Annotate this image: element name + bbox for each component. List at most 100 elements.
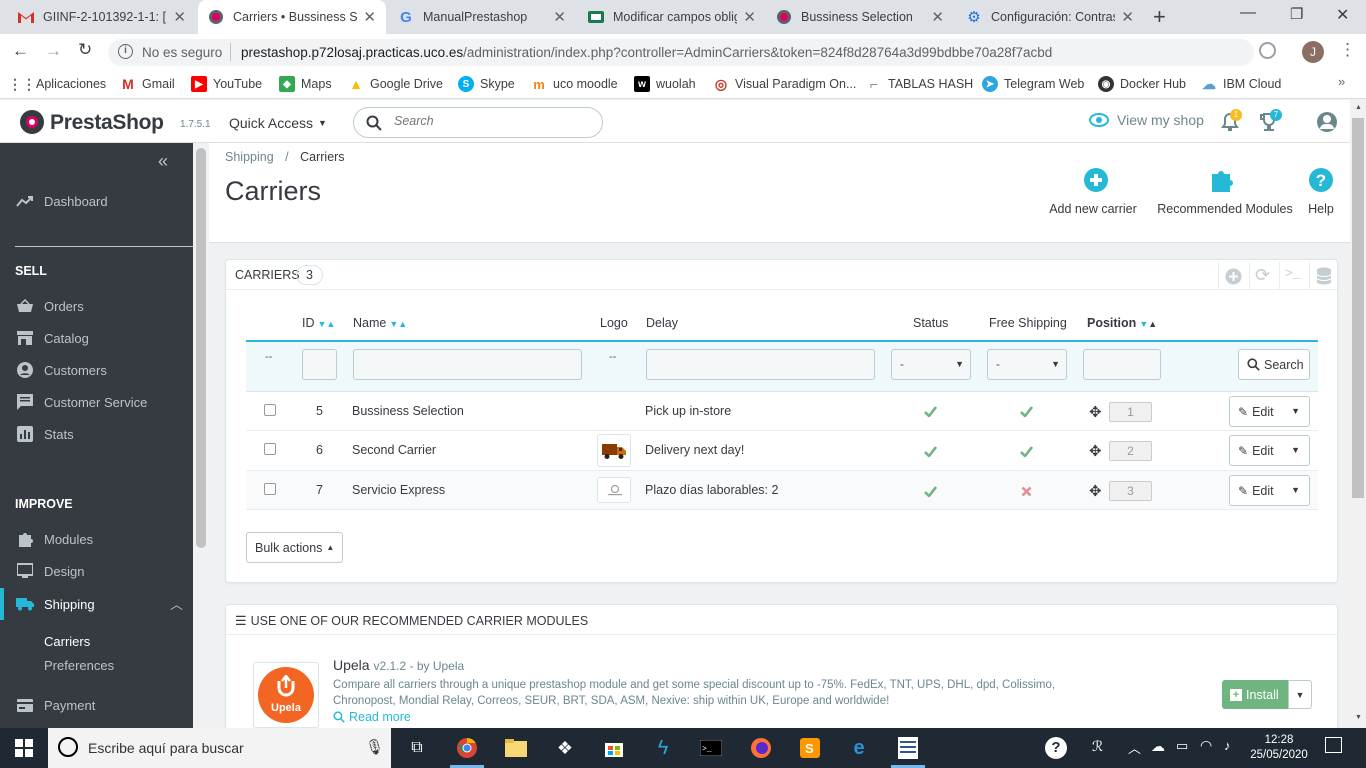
chevron-up-icon[interactable]: ︿: [1128, 738, 1141, 757]
install-button[interactable]: + Install: [1222, 680, 1288, 709]
sidebar-item-customers[interactable]: Customers: [0, 355, 193, 385]
people-icon[interactable]: ℛ: [1092, 738, 1103, 755]
bookmark-youtube[interactable]: ▶ YouTube: [191, 76, 262, 92]
extension-icon[interactable]: [1259, 42, 1276, 59]
drag-handle-icon[interactable]: ✥: [1089, 403, 1102, 421]
sublime-icon[interactable]: S: [798, 736, 822, 760]
forward-icon[interactable]: →: [45, 41, 62, 61]
edit-button[interactable]: ✎ Edit ▼: [1229, 435, 1310, 466]
row-checkbox[interactable]: [264, 483, 276, 495]
row-checkbox[interactable]: [264, 404, 276, 416]
onedrive-icon[interactable]: ☁: [1151, 738, 1165, 755]
help-button[interactable]: ? Help: [1306, 167, 1336, 216]
close-icon[interactable]: ✕: [743, 8, 756, 26]
add-new-icon[interactable]: [1225, 268, 1242, 288]
read-more-link[interactable]: Read more: [333, 710, 411, 724]
file-explorer-icon[interactable]: [504, 736, 528, 760]
check-icon[interactable]: [1020, 445, 1034, 460]
check-icon[interactable]: [924, 445, 938, 460]
browser-tab[interactable]: GIINF-2-101392-1-1: [E ✕: [8, 0, 196, 34]
close-window-icon[interactable]: ✕: [1336, 5, 1349, 25]
filter-id-input[interactable]: [302, 349, 337, 380]
sidebar-item-customer-service[interactable]: Customer Service: [0, 387, 193, 417]
bookmark-tablas-hash[interactable]: ⌐ TABLAS HASH: [866, 76, 973, 92]
row-checkbox[interactable]: [264, 443, 276, 455]
battery-icon[interactable]: ▭: [1176, 738, 1188, 754]
caret-down-icon[interactable]: ▼: [1291, 485, 1300, 495]
wifi-icon[interactable]: ◠: [1200, 737, 1212, 754]
sort-asc-icon[interactable]: ▲: [1148, 319, 1157, 329]
sidebar-item-catalog[interactable]: Catalog: [0, 323, 193, 353]
sidebar-item-shipping[interactable]: Shipping: [0, 589, 193, 619]
brand-name[interactable]: PrestaShop: [50, 111, 164, 135]
bookmark-ibm-cloud[interactable]: ☁ IBM Cloud: [1201, 76, 1281, 92]
chevron-up-icon[interactable]: ︿: [170, 594, 183, 613]
restore-icon[interactable]: ❐: [1290, 5, 1303, 23]
close-icon[interactable]: ✕: [363, 8, 376, 26]
view-shop-link[interactable]: View my shop: [1089, 112, 1204, 128]
close-icon[interactable]: ✕: [173, 8, 186, 26]
close-icon[interactable]: ✕: [1121, 8, 1134, 26]
sort-asc-icon[interactable]: ▲: [398, 319, 407, 329]
caret-down-icon[interactable]: ▼: [1291, 406, 1300, 416]
recommended-modules-button[interactable]: Recommended Modules: [1155, 167, 1295, 216]
database-icon[interactable]: [1316, 267, 1332, 288]
reload-icon[interactable]: ↻: [78, 40, 92, 60]
bookmarks-overflow-icon[interactable]: »: [1338, 74, 1345, 89]
caret-down-icon[interactable]: ▼: [1291, 445, 1300, 455]
bookmark-telegram[interactable]: ➤ Telegram Web: [982, 76, 1084, 92]
search-button[interactable]: Search: [1238, 349, 1310, 380]
sidebar-subitem-carriers[interactable]: Carriers: [44, 634, 90, 649]
sidebar-item-dashboard[interactable]: Dashboard: [0, 186, 193, 216]
sort-asc-icon[interactable]: ▲: [326, 319, 335, 329]
check-icon[interactable]: [1020, 405, 1034, 420]
lightning-icon[interactable]: ϟ: [651, 736, 675, 760]
bookmark-visual-paradigm[interactable]: ◎ Visual Paradigm On...: [713, 76, 856, 92]
add-new-carrier-button[interactable]: Add new carrier: [1049, 167, 1141, 216]
terminal-icon[interactable]: >_: [1285, 266, 1301, 281]
filter-status-select[interactable]: - ▼: [891, 349, 971, 380]
edit-button[interactable]: ✎ Edit ▼: [1229, 475, 1310, 506]
profile-avatar[interactable]: J: [1302, 41, 1324, 63]
browser-tab-active[interactable]: Carriers • Bussiness Sele ✕: [198, 0, 386, 34]
bookmark-maps[interactable]: ◆ Maps: [279, 76, 332, 92]
trophy-notification-icon[interactable]: 7: [1259, 109, 1282, 135]
sort-desc-icon[interactable]: ▼: [1139, 319, 1148, 329]
notification-center-icon[interactable]: [1325, 737, 1342, 753]
sidebar-item-orders[interactable]: Orders: [0, 291, 193, 321]
sidebar-item-payment[interactable]: Payment: [0, 690, 193, 720]
bookmark-apps[interactable]: ⋮⋮ Aplicaciones: [8, 76, 106, 92]
back-icon[interactable]: ←: [12, 41, 29, 61]
scroll-up-icon[interactable]: ▲: [1355, 104, 1362, 111]
sidebar-item-design[interactable]: Design: [0, 556, 193, 586]
terminal-icon[interactable]: >_: [699, 736, 723, 760]
close-icon[interactable]: ✕: [931, 8, 944, 26]
scroll-thumb[interactable]: [1352, 118, 1364, 498]
url-bar[interactable]: i No es seguro prestashop.p72losaj.pract…: [108, 39, 1254, 66]
bookmark-gmail[interactable]: M Gmail: [120, 76, 175, 92]
header-search[interactable]: [353, 107, 603, 138]
volume-icon[interactable]: ♪: [1224, 738, 1231, 753]
edit-button[interactable]: ✎ Edit ▼: [1229, 396, 1310, 427]
filter-delay-input[interactable]: [646, 349, 875, 380]
dropbox-icon[interactable]: ❖: [553, 736, 577, 760]
help-icon[interactable]: ?: [1045, 737, 1067, 759]
scroll-down-icon[interactable]: ▼: [1355, 714, 1362, 721]
bookmark-skype[interactable]: S Skype: [458, 76, 515, 92]
close-icon[interactable]: ✕: [553, 8, 566, 26]
page-scrollbar[interactable]: ▲ ▼: [1350, 100, 1366, 728]
filter-name-input[interactable]: [353, 349, 582, 380]
quick-access-dropdown[interactable]: Quick Access ▼: [229, 115, 327, 131]
browser-tab[interactable]: Modificar campos oblig ✕: [578, 0, 766, 34]
bookmark-drive[interactable]: ▲ Google Drive: [348, 76, 443, 92]
filter-position-input[interactable]: [1083, 349, 1161, 380]
install-dropdown-toggle[interactable]: ▼: [1288, 680, 1312, 709]
collapse-sidebar-icon[interactable]: «: [158, 151, 168, 172]
sidebar-scrollbar[interactable]: [193, 143, 209, 728]
sidebar-item-modules[interactable]: Modules: [0, 524, 193, 554]
edge-icon[interactable]: e: [847, 736, 871, 760]
store-icon[interactable]: [602, 736, 626, 760]
sidebar-subitem-preferences[interactable]: Preferences: [44, 658, 114, 673]
user-account-icon[interactable]: [1317, 112, 1337, 132]
cross-icon[interactable]: [1021, 485, 1032, 500]
